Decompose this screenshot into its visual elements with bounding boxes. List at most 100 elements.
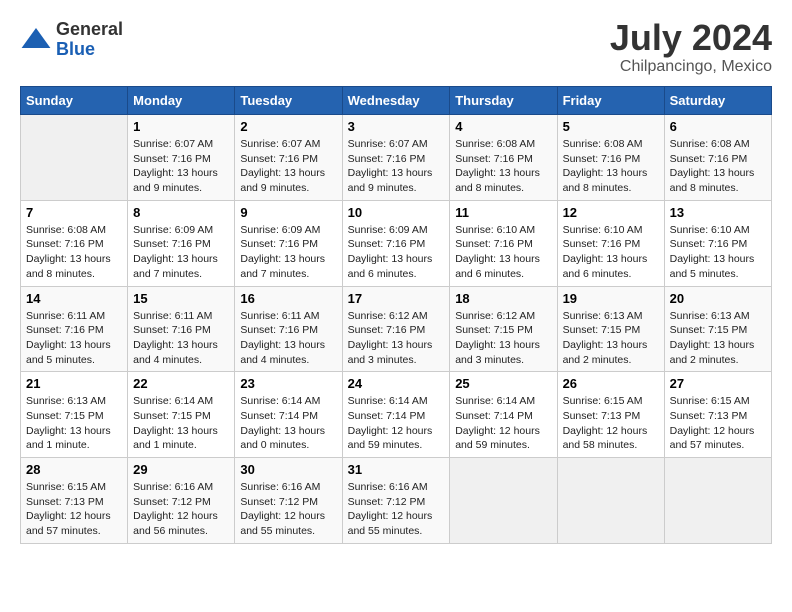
day-info: Sunrise: 6:12 AM Sunset: 7:16 PM Dayligh… [348, 309, 445, 368]
day-info: Sunrise: 6:08 AM Sunset: 7:16 PM Dayligh… [563, 137, 659, 196]
day-info: Sunrise: 6:14 AM Sunset: 7:14 PM Dayligh… [348, 394, 445, 453]
calendar-cell: 7Sunrise: 6:08 AM Sunset: 7:16 PM Daylig… [21, 200, 128, 286]
day-number: 11 [455, 205, 551, 220]
day-info: Sunrise: 6:15 AM Sunset: 7:13 PM Dayligh… [26, 480, 122, 539]
calendar-cell: 24 Sunrise: 6:14 AM Sunset: 7:14 PM Dayli… [342, 372, 450, 458]
day-header-monday: Monday [128, 87, 235, 115]
day-info: Sunrise: 6:10 AM Sunset: 7:16 PM Dayligh… [670, 223, 766, 282]
day-info: Sunrise: 6:14 AM Sunset: 7:15 PM Dayligh… [133, 394, 229, 453]
calendar-cell [557, 458, 664, 544]
logo: General Blue [20, 20, 123, 60]
calendar-cell: 9 Sunrise: 6:09 AM Sunset: 7:16 PM Daylig… [235, 200, 342, 286]
calendar-cell: 6 Sunrise: 6:08 AM Sunset: 7:16 PM Daylig… [664, 115, 771, 201]
calendar-header-row: SundayMondayTuesdayWednesdayThursdayFrid… [21, 87, 772, 115]
day-number: 3 [348, 119, 445, 134]
calendar-cell: 31 Sunrise: 6:16 AM Sunset: 7:12 PM Dayli… [342, 458, 450, 544]
calendar-week-1: 1 Sunrise: 6:07 AM Sunset: 7:16 PM Daylig… [21, 115, 772, 201]
calendar-cell [21, 115, 128, 201]
title-block: July 2024 Chilpancingo, Mexico [610, 20, 772, 76]
day-info: Sunrise: 6:13 AM Sunset: 7:15 PM Dayligh… [26, 394, 122, 453]
calendar-cell: 8 Sunrise: 6:09 AM Sunset: 7:16 PM Daylig… [128, 200, 235, 286]
day-info: Sunrise: 6:07 AM Sunset: 7:16 PM Dayligh… [133, 137, 229, 196]
day-number: 13 [670, 205, 766, 220]
day-number: 4 [455, 119, 551, 134]
calendar-cell: 30 Sunrise: 6:16 AM Sunset: 7:12 PM Dayli… [235, 458, 342, 544]
day-info: Sunrise: 6:09 AM Sunset: 7:16 PM Dayligh… [133, 223, 229, 282]
day-header-friday: Friday [557, 87, 664, 115]
day-number: 5 [563, 119, 659, 134]
day-number: 25 [455, 376, 551, 391]
day-number: 15 [133, 291, 229, 306]
page-header: General Blue July 2024 Chilpancingo, Mex… [20, 20, 772, 76]
calendar-cell [664, 458, 771, 544]
day-info: Sunrise: 6:14 AM Sunset: 7:14 PM Dayligh… [455, 394, 551, 453]
day-info: Sunrise: 6:13 AM Sunset: 7:15 PM Dayligh… [670, 309, 766, 368]
calendar-cell: 26Sunrise: 6:15 AM Sunset: 7:13 PM Dayli… [557, 372, 664, 458]
day-info: Sunrise: 6:09 AM Sunset: 7:16 PM Dayligh… [348, 223, 445, 282]
calendar-cell: 29Sunrise: 6:16 AM Sunset: 7:12 PM Dayli… [128, 458, 235, 544]
calendar-week-2: 7Sunrise: 6:08 AM Sunset: 7:16 PM Daylig… [21, 200, 772, 286]
day-info: Sunrise: 6:08 AM Sunset: 7:16 PM Dayligh… [670, 137, 766, 196]
calendar-cell: 13 Sunrise: 6:10 AM Sunset: 7:16 PM Dayli… [664, 200, 771, 286]
location: Chilpancingo, Mexico [610, 58, 772, 76]
calendar-cell: 10 Sunrise: 6:09 AM Sunset: 7:16 PM Dayli… [342, 200, 450, 286]
day-header-wednesday: Wednesday [342, 87, 450, 115]
day-number: 27 [670, 376, 766, 391]
day-number: 30 [240, 462, 336, 477]
day-number: 24 [348, 376, 445, 391]
calendar-cell: 27Sunrise: 6:15 AM Sunset: 7:13 PM Dayli… [664, 372, 771, 458]
calendar-cell: 16 Sunrise: 6:11 AM Sunset: 7:16 PM Dayli… [235, 286, 342, 372]
calendar-cell: 15Sunrise: 6:11 AM Sunset: 7:16 PM Dayli… [128, 286, 235, 372]
day-header-tuesday: Tuesday [235, 87, 342, 115]
calendar-cell: 11 Sunrise: 6:10 AM Sunset: 7:16 PM Dayli… [450, 200, 557, 286]
day-number: 16 [240, 291, 336, 306]
calendar-body: 1 Sunrise: 6:07 AM Sunset: 7:16 PM Daylig… [21, 115, 772, 544]
day-info: Sunrise: 6:09 AM Sunset: 7:16 PM Dayligh… [240, 223, 336, 282]
day-info: Sunrise: 6:11 AM Sunset: 7:16 PM Dayligh… [240, 309, 336, 368]
calendar-cell: 17 Sunrise: 6:12 AM Sunset: 7:16 PM Dayli… [342, 286, 450, 372]
day-info: Sunrise: 6:10 AM Sunset: 7:16 PM Dayligh… [563, 223, 659, 282]
day-info: Sunrise: 6:11 AM Sunset: 7:16 PM Dayligh… [26, 309, 122, 368]
day-info: Sunrise: 6:16 AM Sunset: 7:12 PM Dayligh… [240, 480, 336, 539]
calendar-cell: 14 Sunrise: 6:11 AM Sunset: 7:16 PM Dayli… [21, 286, 128, 372]
day-number: 14 [26, 291, 122, 306]
logo-text: General Blue [56, 20, 123, 60]
day-number: 20 [670, 291, 766, 306]
calendar-table: SundayMondayTuesdayWednesdayThursdayFrid… [20, 86, 772, 544]
calendar-cell: 2 Sunrise: 6:07 AM Sunset: 7:16 PM Daylig… [235, 115, 342, 201]
calendar-cell: 25 Sunrise: 6:14 AM Sunset: 7:14 PM Dayli… [450, 372, 557, 458]
day-number: 19 [563, 291, 659, 306]
day-number: 10 [348, 205, 445, 220]
day-info: Sunrise: 6:07 AM Sunset: 7:16 PM Dayligh… [348, 137, 445, 196]
day-info: Sunrise: 6:12 AM Sunset: 7:15 PM Dayligh… [455, 309, 551, 368]
day-info: Sunrise: 6:16 AM Sunset: 7:12 PM Dayligh… [348, 480, 445, 539]
day-number: 21 [26, 376, 122, 391]
calendar-cell [450, 458, 557, 544]
calendar-cell: 23Sunrise: 6:14 AM Sunset: 7:14 PM Dayli… [235, 372, 342, 458]
calendar-cell: 1 Sunrise: 6:07 AM Sunset: 7:16 PM Daylig… [128, 115, 235, 201]
day-number: 31 [348, 462, 445, 477]
day-number: 9 [240, 205, 336, 220]
day-info: Sunrise: 6:07 AM Sunset: 7:16 PM Dayligh… [240, 137, 336, 196]
day-number: 1 [133, 119, 229, 134]
day-number: 8 [133, 205, 229, 220]
day-info: Sunrise: 6:13 AM Sunset: 7:15 PM Dayligh… [563, 309, 659, 368]
day-number: 22 [133, 376, 229, 391]
calendar-cell: 12Sunrise: 6:10 AM Sunset: 7:16 PM Dayli… [557, 200, 664, 286]
month-year: July 2024 [610, 20, 772, 56]
calendar-cell: 3 Sunrise: 6:07 AM Sunset: 7:16 PM Daylig… [342, 115, 450, 201]
day-info: Sunrise: 6:14 AM Sunset: 7:14 PM Dayligh… [240, 394, 336, 453]
day-number: 2 [240, 119, 336, 134]
day-info: Sunrise: 6:08 AM Sunset: 7:16 PM Dayligh… [455, 137, 551, 196]
day-info: Sunrise: 6:10 AM Sunset: 7:16 PM Dayligh… [455, 223, 551, 282]
calendar-cell: 18Sunrise: 6:12 AM Sunset: 7:15 PM Dayli… [450, 286, 557, 372]
calendar-cell: 22 Sunrise: 6:14 AM Sunset: 7:15 PM Dayli… [128, 372, 235, 458]
day-number: 6 [670, 119, 766, 134]
day-header-saturday: Saturday [664, 87, 771, 115]
calendar-week-4: 21 Sunrise: 6:13 AM Sunset: 7:15 PM Dayli… [21, 372, 772, 458]
calendar-cell: 19 Sunrise: 6:13 AM Sunset: 7:15 PM Dayli… [557, 286, 664, 372]
calendar-cell: 4 Sunrise: 6:08 AM Sunset: 7:16 PM Daylig… [450, 115, 557, 201]
day-number: 26 [563, 376, 659, 391]
day-number: 29 [133, 462, 229, 477]
day-number: 17 [348, 291, 445, 306]
